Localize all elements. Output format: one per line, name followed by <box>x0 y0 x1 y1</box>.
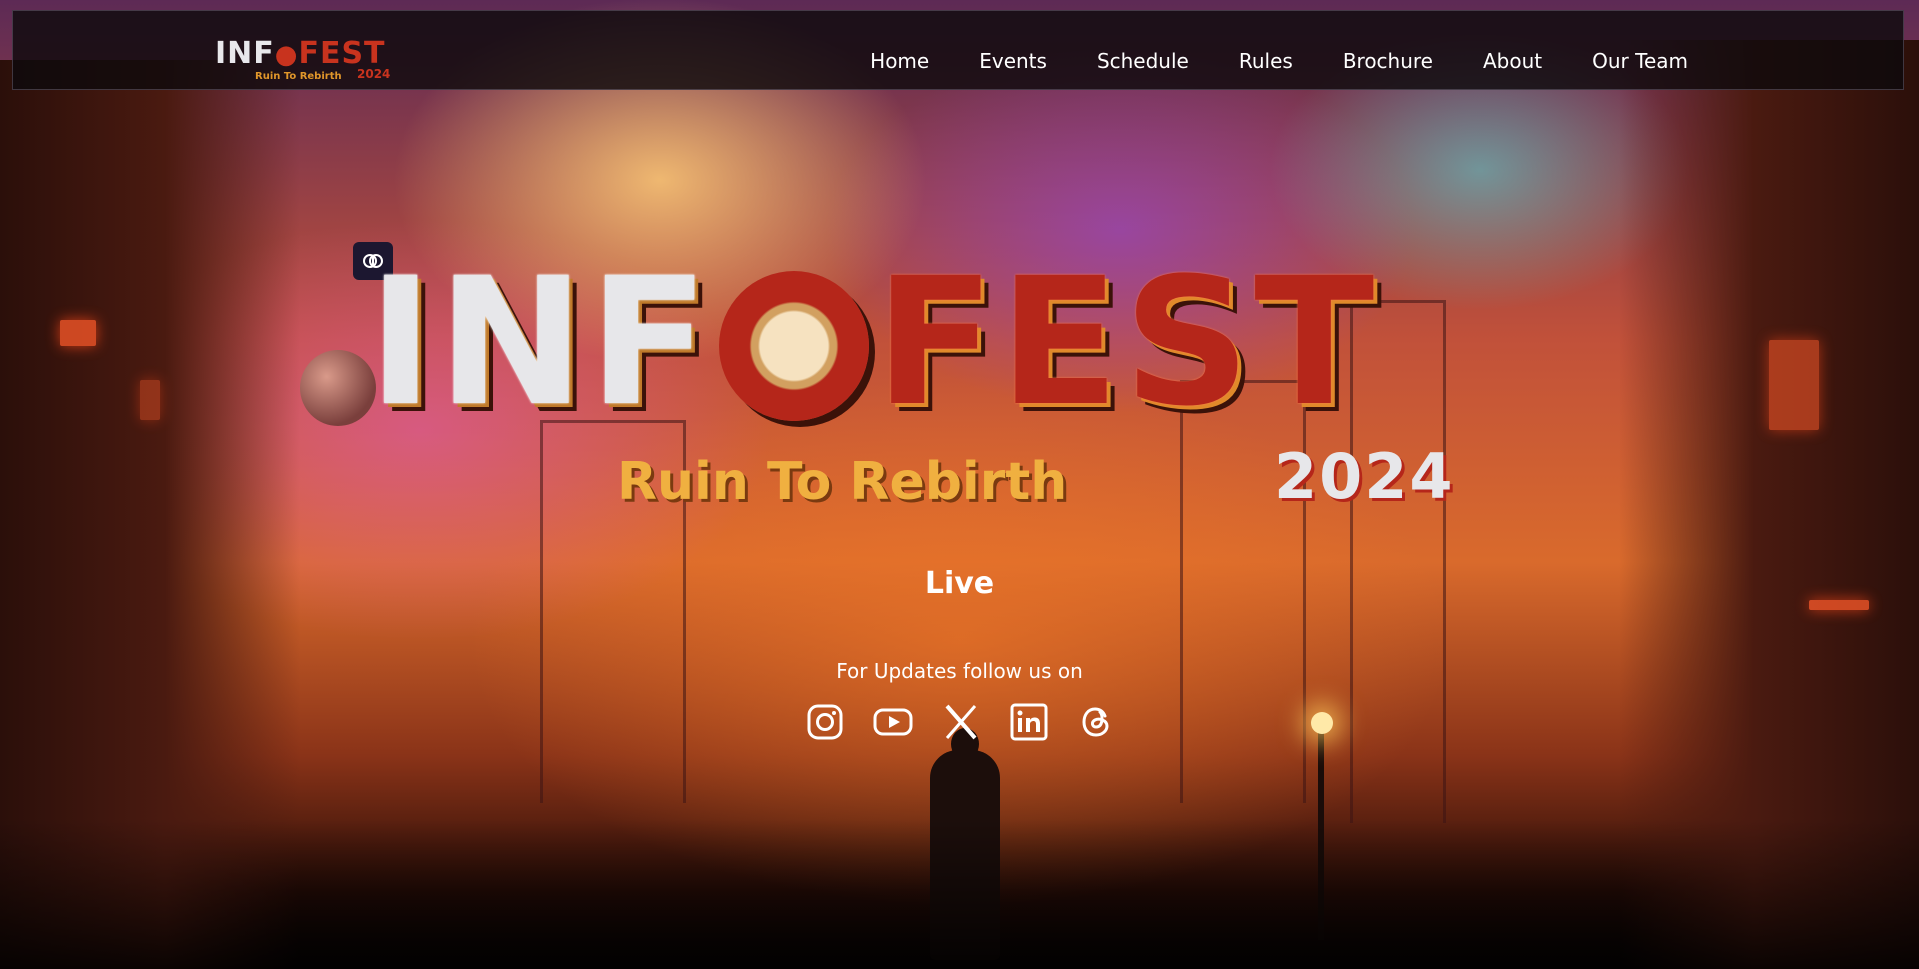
hero-title: INF FEST <box>368 248 1548 448</box>
top-navbar: INF●FEST Ruin To Rebirth 2024 Home Event… <box>12 10 1904 90</box>
hero-title-red: FEST <box>875 240 1379 445</box>
hero-tagline: Ruin To Rebirth <box>617 452 1068 512</box>
logo-tagline: Ruin To Rebirth <box>255 71 342 82</box>
x-link[interactable] <box>939 700 983 744</box>
nav-links: Home Events Schedule Rules Brochure Abou… <box>820 49 1688 73</box>
nav-home[interactable]: Home <box>870 49 929 73</box>
linkedin-link[interactable] <box>1007 700 1051 744</box>
logo-year: 2024 <box>357 67 391 81</box>
social-links <box>803 700 1119 744</box>
threads-icon <box>1082 707 1109 737</box>
youtube-icon <box>873 708 913 736</box>
nav-schedule[interactable]: Schedule <box>1097 49 1189 73</box>
logo-word-red: FEST <box>298 36 386 71</box>
hero-title-white: INF <box>368 240 714 445</box>
nav-brochure[interactable]: Brochure <box>1343 49 1433 73</box>
logo[interactable]: INF●FEST Ruin To Rebirth 2024 <box>215 37 405 87</box>
ground-shadow <box>0 819 1919 969</box>
linkedin-icon <box>1010 703 1048 741</box>
nav-about[interactable]: About <box>1483 49 1542 73</box>
hero-year: 2024 <box>1274 440 1455 513</box>
planet <box>300 350 376 426</box>
lamp-light <box>1311 712 1333 734</box>
instagram-icon <box>807 704 843 740</box>
threads-link[interactable] <box>1075 700 1119 744</box>
nav-rules[interactable]: Rules <box>1239 49 1293 73</box>
hero-title-o-emblem <box>719 270 870 421</box>
hero-title-letters: INF FEST <box>368 248 1378 439</box>
live-status: Live <box>924 566 995 601</box>
nav-events[interactable]: Events <box>979 49 1047 73</box>
logo-word-white: INF <box>215 36 275 71</box>
x-icon <box>945 704 977 740</box>
instagram-link[interactable] <box>803 700 847 744</box>
follow-text: For Updates follow us on <box>836 659 1083 683</box>
logo-o: ● <box>274 40 299 70</box>
youtube-link[interactable] <box>871 700 915 744</box>
nav-our-team[interactable]: Our Team <box>1592 49 1688 73</box>
